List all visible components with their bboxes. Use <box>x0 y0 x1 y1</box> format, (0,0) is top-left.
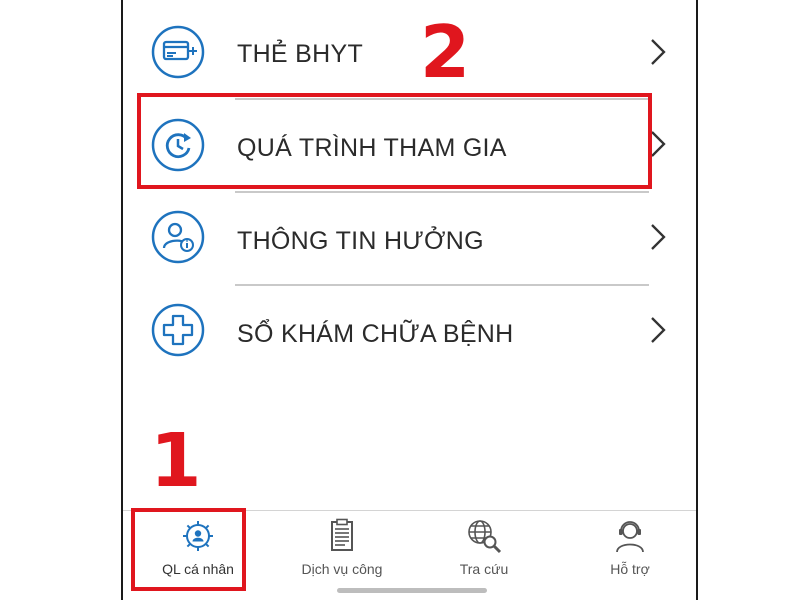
home-indicator <box>337 588 487 593</box>
tab-label: Tra cứu <box>459 561 509 577</box>
chevron-right-icon <box>650 130 666 158</box>
step-number-2: 2 <box>420 10 471 94</box>
divider <box>235 284 649 286</box>
history-clock-icon <box>151 118 205 172</box>
step-number-1: 1 <box>150 418 202 504</box>
tab-label: Dịch vụ công <box>301 561 383 577</box>
divider <box>235 191 649 193</box>
personal-gear-icon <box>179 517 217 555</box>
user-info-icon <box>151 210 205 264</box>
globe-search-icon <box>465 517 503 555</box>
tab-ql-ca-nhan[interactable]: QL cá nhân <box>133 511 263 600</box>
chevron-right-icon <box>650 223 666 251</box>
divider <box>235 98 649 100</box>
health-insurance-card-icon <box>151 25 205 79</box>
menu-item-qua-trinh-tham-gia[interactable]: QUÁ TRÌNH THAM GIA <box>123 106 696 186</box>
menu-item-thong-tin-huong[interactable]: THÔNG TIN HƯỞNG <box>123 198 696 278</box>
medical-cross-icon <box>151 303 205 357</box>
document-icon <box>323 517 361 555</box>
tab-ho-tro[interactable]: Hỗ trợ <box>565 511 695 600</box>
menu-item-so-kham-chua-benh[interactable]: SỔ KHÁM CHỮA BỆNH <box>123 291 696 371</box>
tab-label: Hỗ trợ <box>610 561 650 577</box>
bottom-tab-bar: QL cá nhân Dịch vụ công Tra cứu Hỗ trợ <box>123 511 696 600</box>
menu-item-label: SỔ KHÁM CHỮA BỆNH <box>237 320 514 348</box>
menu-item-the-bhyt[interactable]: THẺ BHYT <box>123 12 696 92</box>
support-person-icon <box>611 517 649 555</box>
chevron-right-icon <box>650 38 666 66</box>
tab-label: QL cá nhân <box>162 561 234 577</box>
tab-dich-vu-cong[interactable]: Dịch vụ công <box>277 511 407 600</box>
menu-item-label: THẺ BHYT <box>237 40 364 68</box>
menu-item-label: QUÁ TRÌNH THAM GIA <box>237 134 507 162</box>
chevron-right-icon <box>650 316 666 344</box>
app-screen: THẺ BHYT QUÁ TRÌNH THAM GIA THÔNG TIN HƯ… <box>121 0 698 600</box>
menu-item-label: THÔNG TIN HƯỞNG <box>237 227 484 255</box>
tab-tra-cuu[interactable]: Tra cứu <box>419 511 549 600</box>
